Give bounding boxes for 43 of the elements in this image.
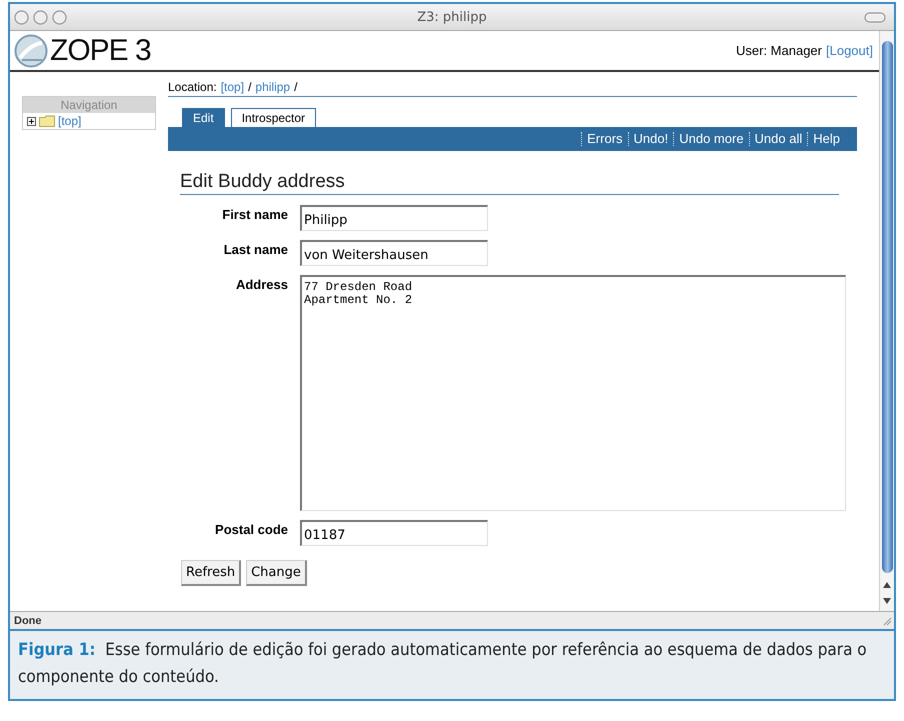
user-label: User: Manager	[736, 43, 822, 58]
action-link[interactable]: Help	[807, 132, 845, 146]
form-button[interactable]: Change	[246, 560, 307, 586]
tree-item[interactable]: [top]	[58, 114, 82, 128]
breadcrumb-link[interactable]: philipp	[255, 80, 290, 94]
input-field[interactable]: Philipp	[300, 205, 488, 231]
tree-toggle-icon[interactable]	[27, 116, 36, 126]
figure-caption: Figura 1: Esse formulário de edição foi gerado automaticamente por referência ao esquema de dados para o componente do conteúdo.	[10, 629, 894, 699]
breadcrumb-separator: /	[294, 80, 298, 94]
window-control-icon[interactable]	[14, 10, 29, 24]
field-label: Last name	[224, 241, 288, 259]
location-label: Location:	[168, 80, 217, 94]
breadcrumb-separator: /	[248, 80, 252, 94]
logout-link[interactable]: [Logout]	[826, 43, 873, 58]
scrollbar[interactable]	[879, 31, 894, 611]
window-control-icon[interactable]	[52, 10, 67, 24]
breadcrumb-link[interactable]: [top]	[220, 80, 244, 94]
scroll-up-icon[interactable]	[882, 581, 892, 589]
field-label: First name	[222, 206, 288, 224]
action-link[interactable]: Undo!	[628, 132, 674, 146]
scroll-down-icon[interactable]	[882, 597, 892, 605]
field-label: Postal code	[215, 521, 288, 539]
form-title: Edit Buddy address	[180, 171, 839, 195]
toolbar-toggle-icon[interactable]	[864, 12, 886, 22]
field-label: Address	[236, 276, 288, 294]
input-field[interactable]: von Weitershausen	[300, 240, 488, 266]
window-control-icon[interactable]	[33, 10, 48, 24]
address-field[interactable]: 77 Dresden Road Apartment No. 2	[300, 275, 846, 511]
folder-icon	[39, 115, 55, 127]
tab[interactable]: Edit	[182, 108, 225, 127]
window-title: Z3: philipp	[417, 10, 487, 24]
scroll-thumb[interactable]	[882, 41, 892, 573]
tab[interactable]: Introspector	[230, 108, 316, 127]
resize-grip-icon[interactable]	[882, 616, 892, 626]
status-text: Done	[14, 614, 42, 626]
action-link[interactable]: Errors	[581, 132, 628, 146]
navigation-title: Navigation	[23, 97, 155, 113]
input-field[interactable]: 01187	[300, 520, 488, 546]
logo-icon	[14, 34, 48, 68]
form-button[interactable]: Refresh	[181, 560, 242, 586]
logo-text: ZOPE 3	[50, 34, 151, 68]
action-link[interactable]: Undo all	[748, 132, 808, 146]
action-link[interactable]: Undo more	[673, 132, 749, 146]
